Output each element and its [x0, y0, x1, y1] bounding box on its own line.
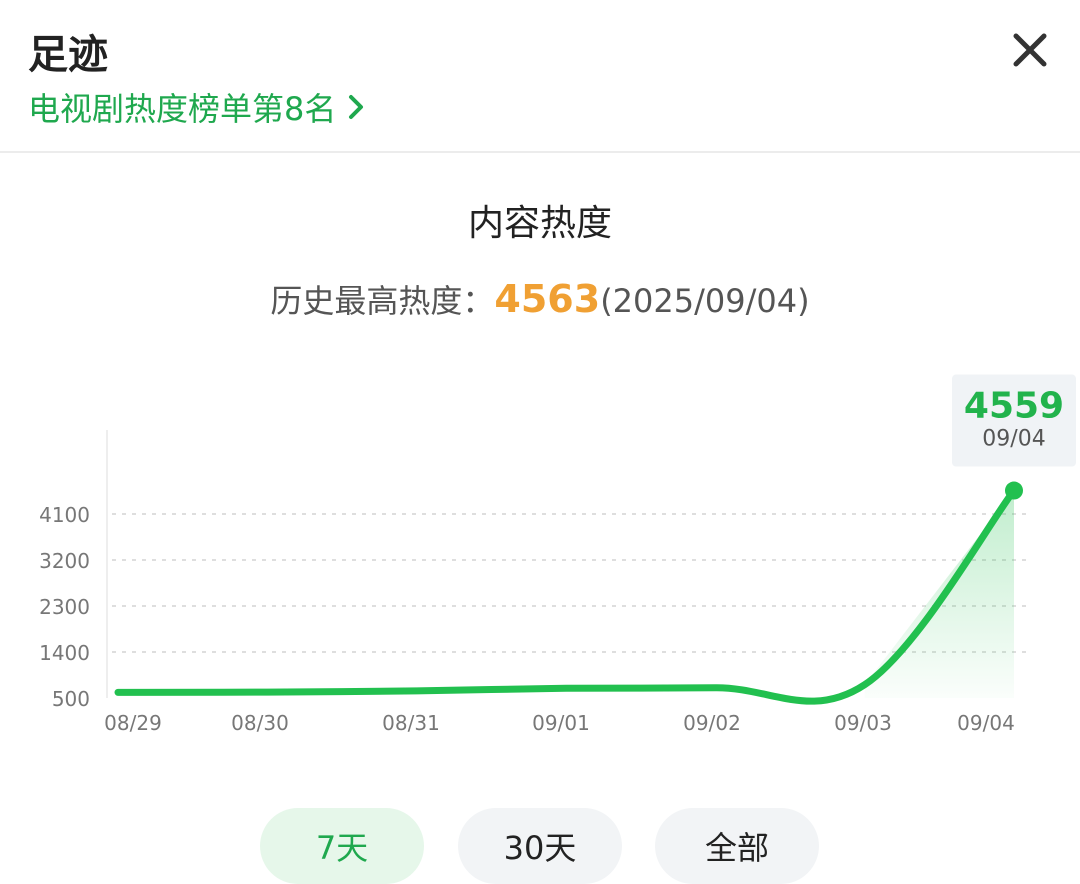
x-tick-label: 08/30 [231, 711, 289, 735]
y-tick-label: 500 [52, 687, 90, 711]
x-tick-label: 08/31 [382, 711, 440, 735]
close-button[interactable] [1006, 26, 1054, 74]
history-peak-line: 历史最高热度：4563(2025/09/04) [0, 276, 1080, 322]
header-divider [0, 151, 1080, 153]
history-peak-date: (2025/09/04) [600, 282, 810, 320]
x-tick-label: 09/03 [834, 711, 892, 735]
value-tooltip: 4559 09/04 [952, 374, 1076, 467]
chevron-right-icon [349, 95, 364, 119]
y-tick-label: 4100 [39, 503, 90, 527]
tooltip-date: 09/04 [982, 427, 1045, 452]
tab-all[interactable]: 全部 [655, 808, 819, 884]
y-tick-label: 1400 [39, 641, 90, 665]
x-tick-label: 09/02 [683, 711, 741, 735]
rank-link-label: 电视剧热度榜单第8名 [28, 90, 337, 128]
series-line [114, 487, 1018, 705]
rank-link[interactable]: 电视剧热度榜单第8名 [28, 84, 366, 130]
page-title: 足迹 [28, 32, 108, 78]
history-peak-value: 4563 [494, 277, 601, 321]
x-tick-label: 08/29 [104, 711, 162, 735]
tooltip-value: 4559 [964, 386, 1064, 427]
close-icon [1013, 33, 1047, 67]
history-label: 历史最高热度： [270, 282, 495, 320]
section-title: 内容热度 [467, 203, 612, 244]
y-tick-label: 3200 [39, 549, 90, 573]
heat-chart: 500 1400 2300 3200 4100 08/29 08/30 08/31 09/01… [39, 374, 1076, 735]
x-tick-label: 09/04 [957, 711, 1015, 735]
tab-30-days[interactable]: 30天 [458, 808, 622, 884]
header: 足迹 电视剧热度榜单第8名 [0, 0, 1080, 153]
x-tick-label: 09/01 [532, 711, 590, 735]
tab-7-days[interactable]: 7天 [260, 808, 424, 884]
y-tick-label: 2300 [39, 595, 90, 619]
highlight-point [1005, 481, 1023, 500]
range-tabs: 7天 30天 全部 [0, 808, 1080, 884]
